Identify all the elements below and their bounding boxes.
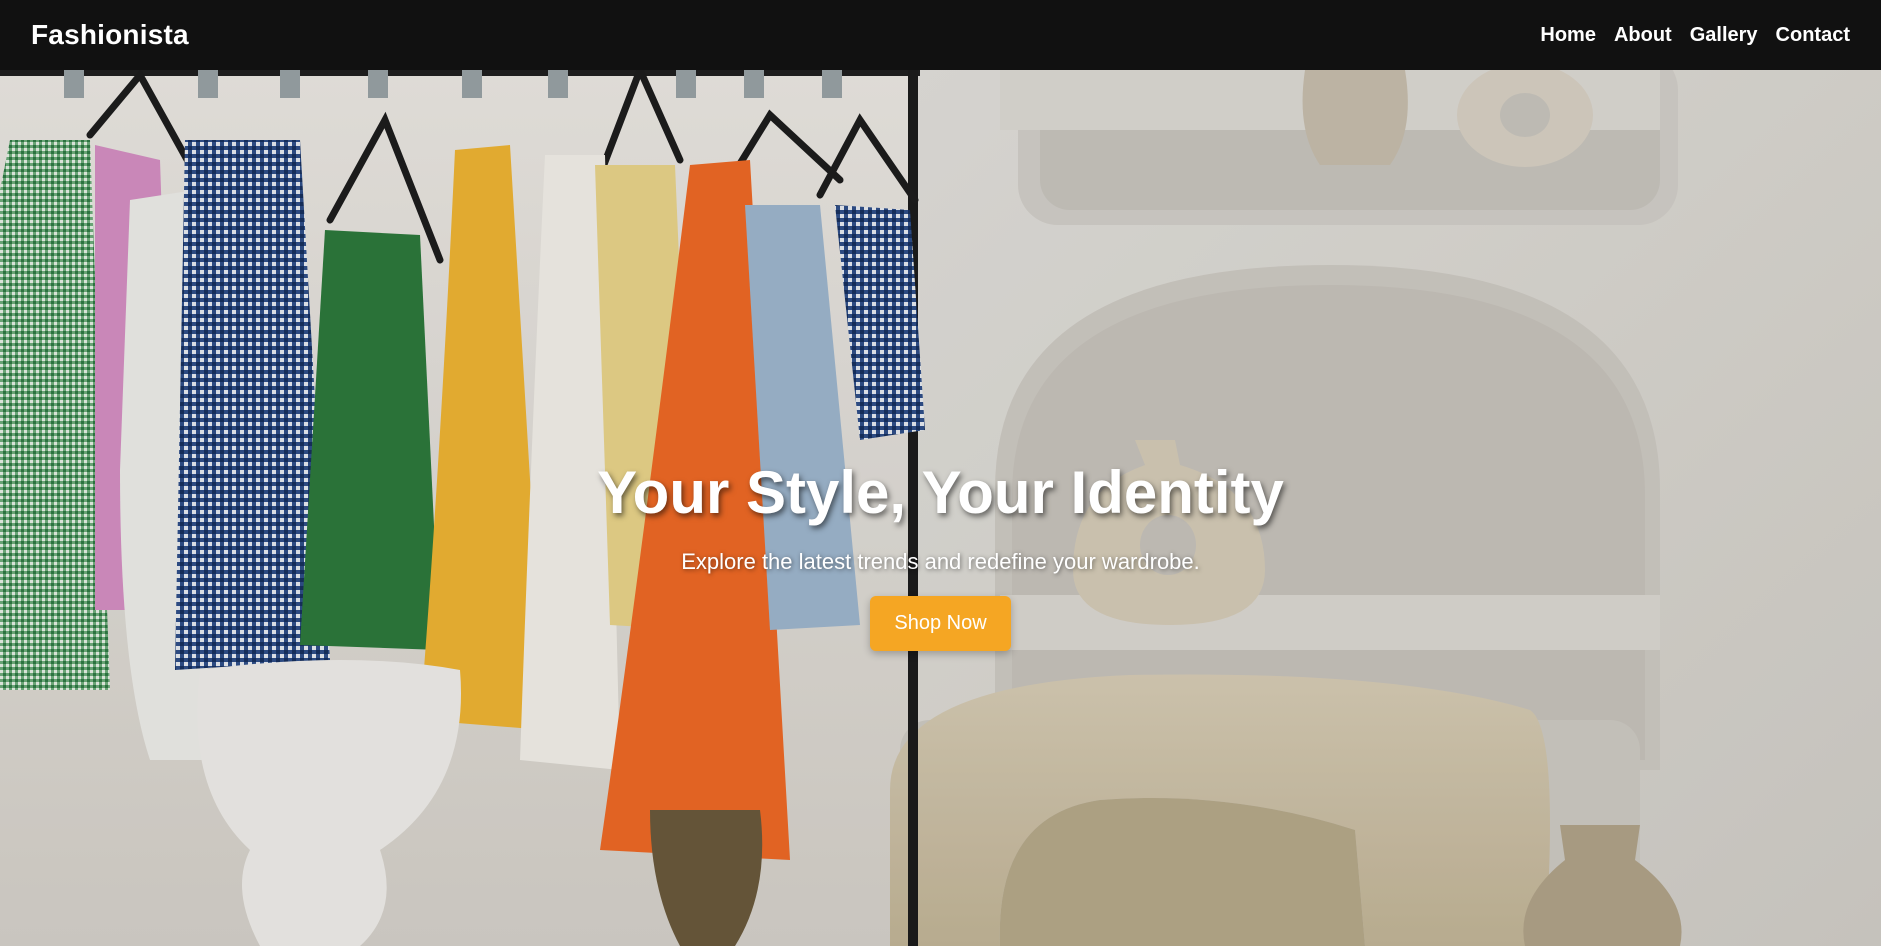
shop-now-button[interactable]: Shop Now — [870, 596, 1011, 651]
navbar: Fashionista Home About Gallery Contact — [0, 0, 1881, 70]
nav-link-home[interactable]: Home — [1540, 24, 1596, 47]
nav-link-gallery[interactable]: Gallery — [1690, 24, 1758, 47]
hero-content: Your Style, Your Identity Explore the la… — [0, 458, 1881, 651]
nav-link-contact[interactable]: Contact — [1776, 24, 1850, 47]
nav-link-about[interactable]: About — [1614, 24, 1672, 47]
nav-links: Home About Gallery Contact — [1522, 24, 1850, 47]
hero-title: Your Style, Your Identity — [597, 459, 1284, 526]
hero-subtitle: Explore the latest trends and redefine y… — [681, 549, 1200, 574]
brand-logo[interactable]: Fashionista — [31, 19, 189, 51]
hero-section: Your Style, Your Identity Explore the la… — [0, 70, 1881, 946]
